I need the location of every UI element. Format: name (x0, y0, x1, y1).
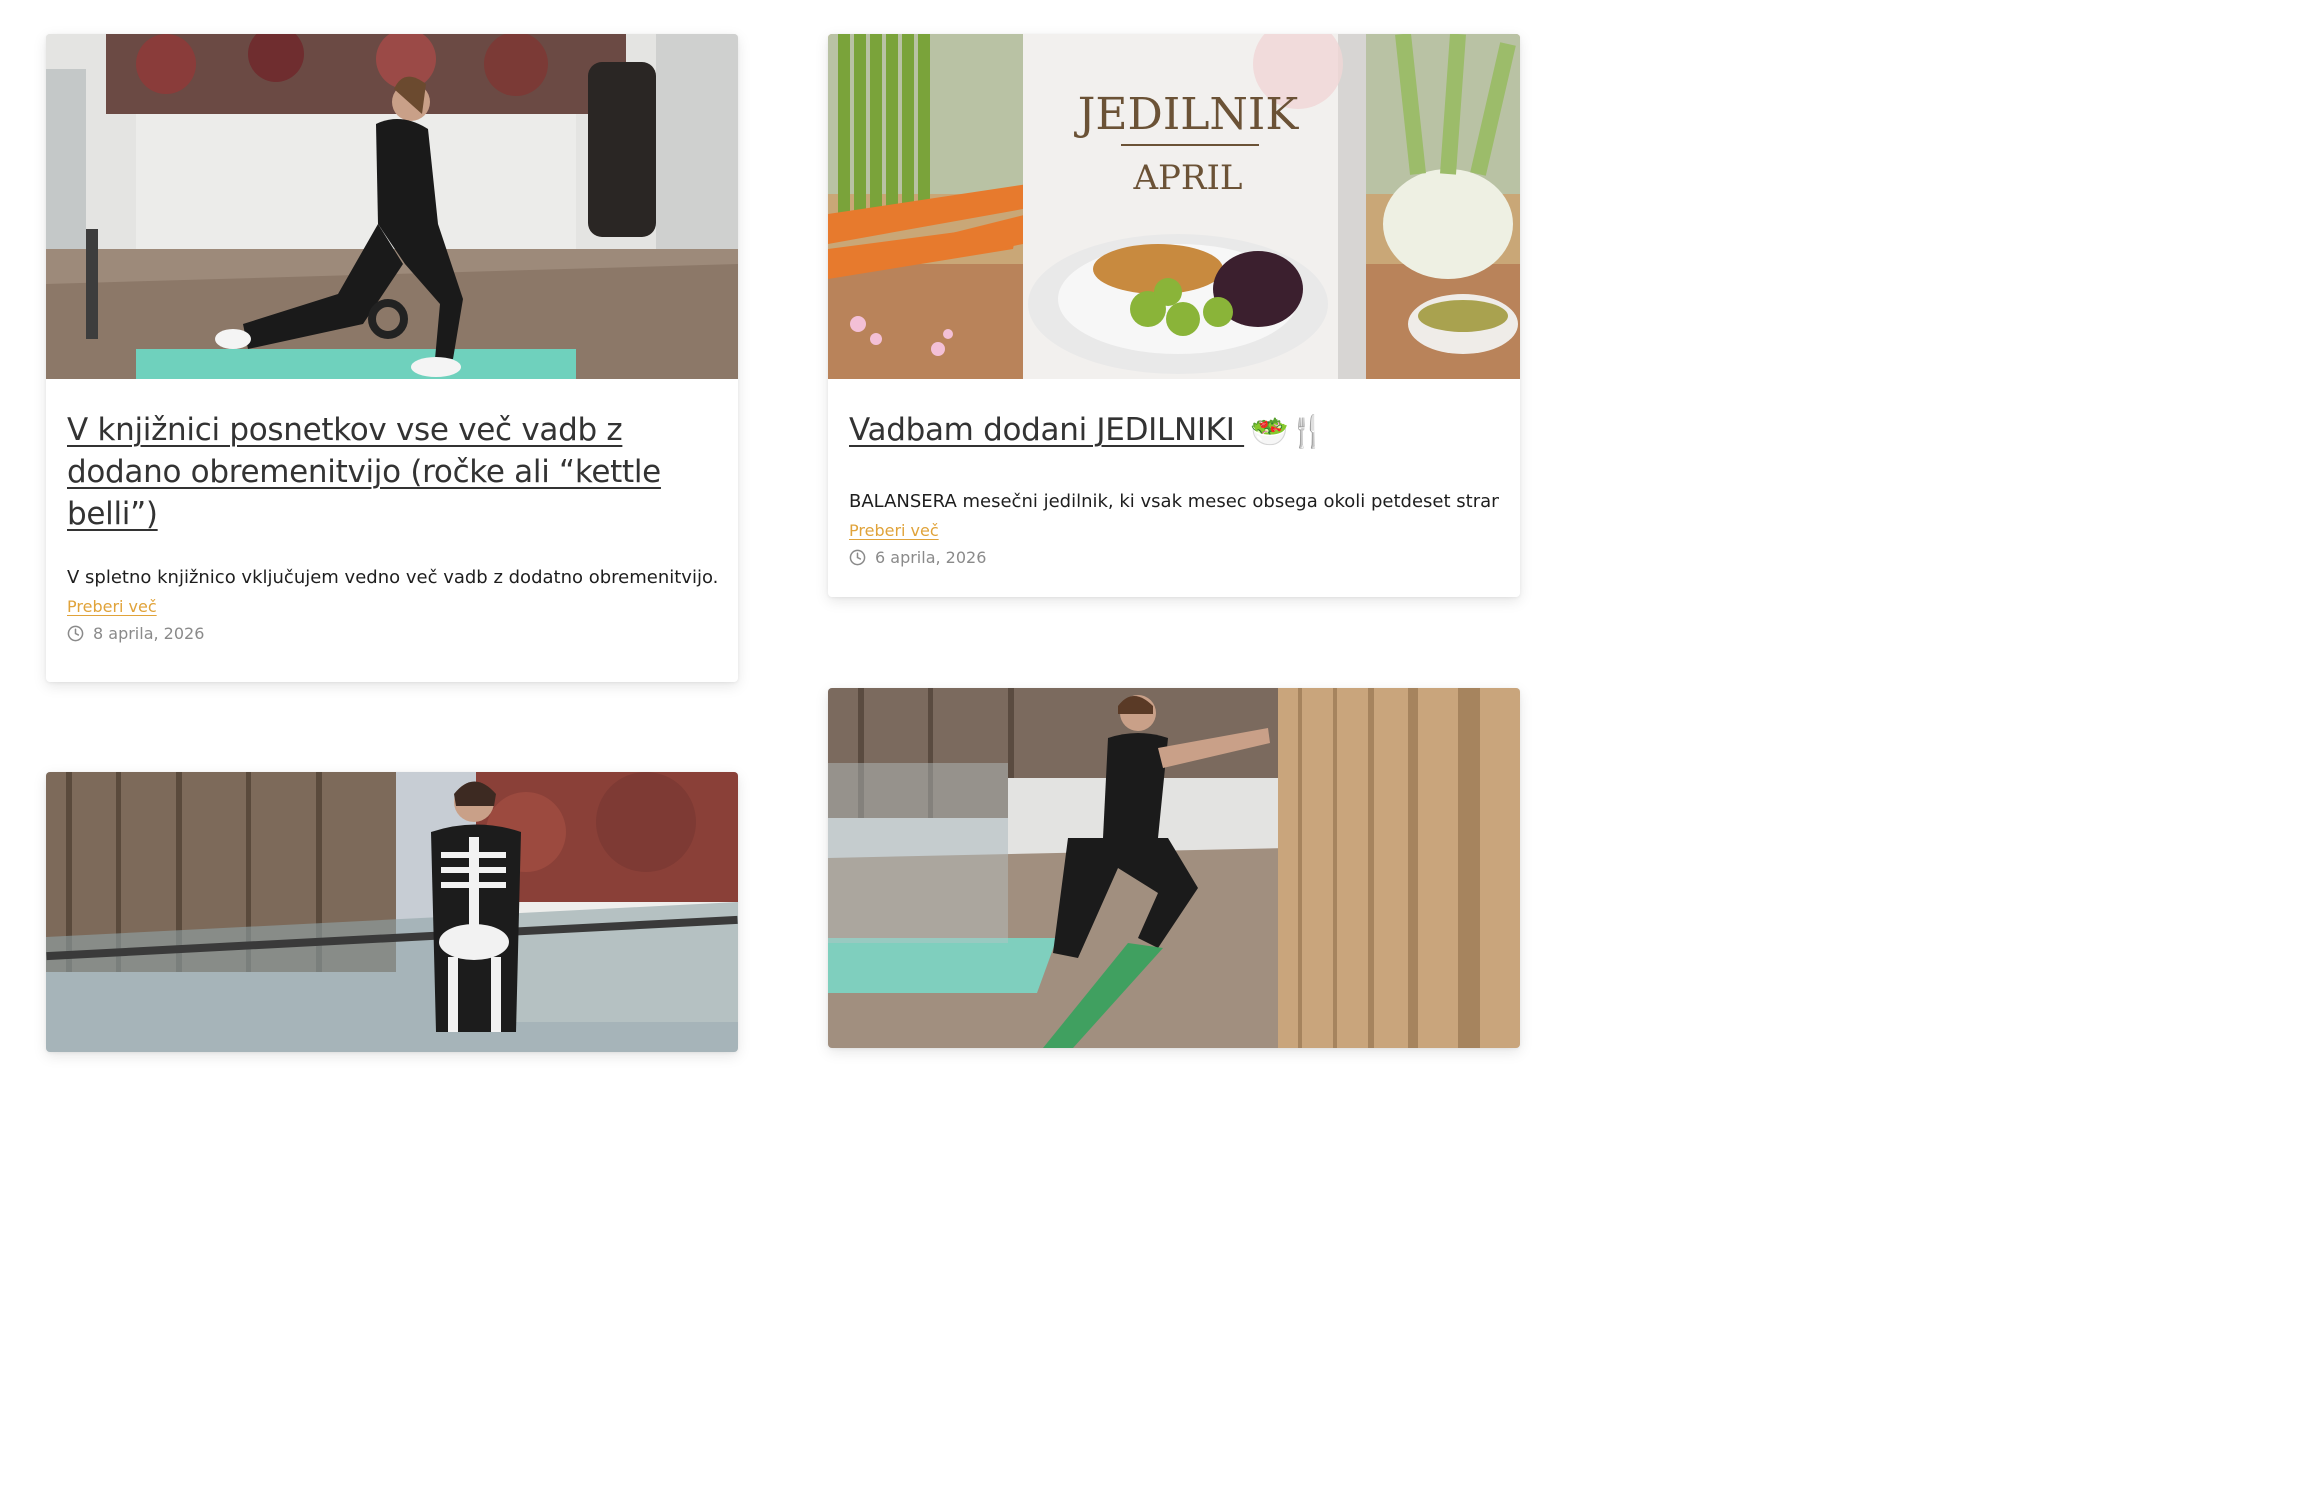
post-date: 6 aprila, 2026 (849, 548, 1499, 567)
post-date-text: 6 aprila, 2026 (875, 547, 987, 567)
post-card: JEDILNIK APRIL Vadbam dodani JEDILNIKI 🥗… (828, 34, 1520, 597)
read-more-link[interactable]: Preberi več (849, 521, 939, 540)
post-excerpt: V spletno knjižnico vključujem vedno več… (67, 567, 717, 588)
post-thumbnail-link[interactable] (46, 34, 738, 379)
book-subtitle-text: APRIL (1132, 158, 1242, 198)
lunge-kettlebell-photo (46, 34, 738, 379)
post-date-text: 8 aprila, 2026 (93, 624, 205, 643)
post-card: V knjižnici posnetkov vse več vadb z dod… (46, 34, 738, 682)
blog-post-grid: V knjižnici posnetkov vse več vadb z dod… (0, 0, 1565, 1052)
post-card (46, 772, 738, 1052)
clock-icon (67, 625, 84, 642)
salad-utensils-emoji: 🥗🍴 (1250, 413, 1327, 450)
post-card (828, 688, 1520, 1048)
skeleton-costume-photo (46, 772, 738, 1052)
read-more-link[interactable]: Preberi več (67, 597, 157, 616)
clock-icon (849, 549, 866, 565)
post-thumbnail-link[interactable] (46, 772, 738, 1052)
band-wall-stretch-photo (828, 688, 1520, 1048)
post-thumbnail-link[interactable]: JEDILNIK APRIL (828, 34, 1520, 379)
post-title-link[interactable]: V knjižnici posnetkov vse več vadb z dod… (67, 409, 717, 535)
post-excerpt: BALANSERA mesečni jedilnik, ki vsak mese… (849, 490, 1499, 512)
post-date: 8 aprila, 2026 (67, 624, 717, 643)
book-title-text: JEDILNIK (1074, 89, 1300, 140)
post-title-link[interactable]: Vadbam dodani JEDILNIKI 🥗🍴 (849, 409, 1499, 453)
post-title-text: Vadbam dodani JEDILNIKI (849, 412, 1245, 448)
meal-plan-book-photo: JEDILNIK APRIL (828, 34, 1520, 379)
post-thumbnail-link[interactable] (828, 688, 1520, 1048)
